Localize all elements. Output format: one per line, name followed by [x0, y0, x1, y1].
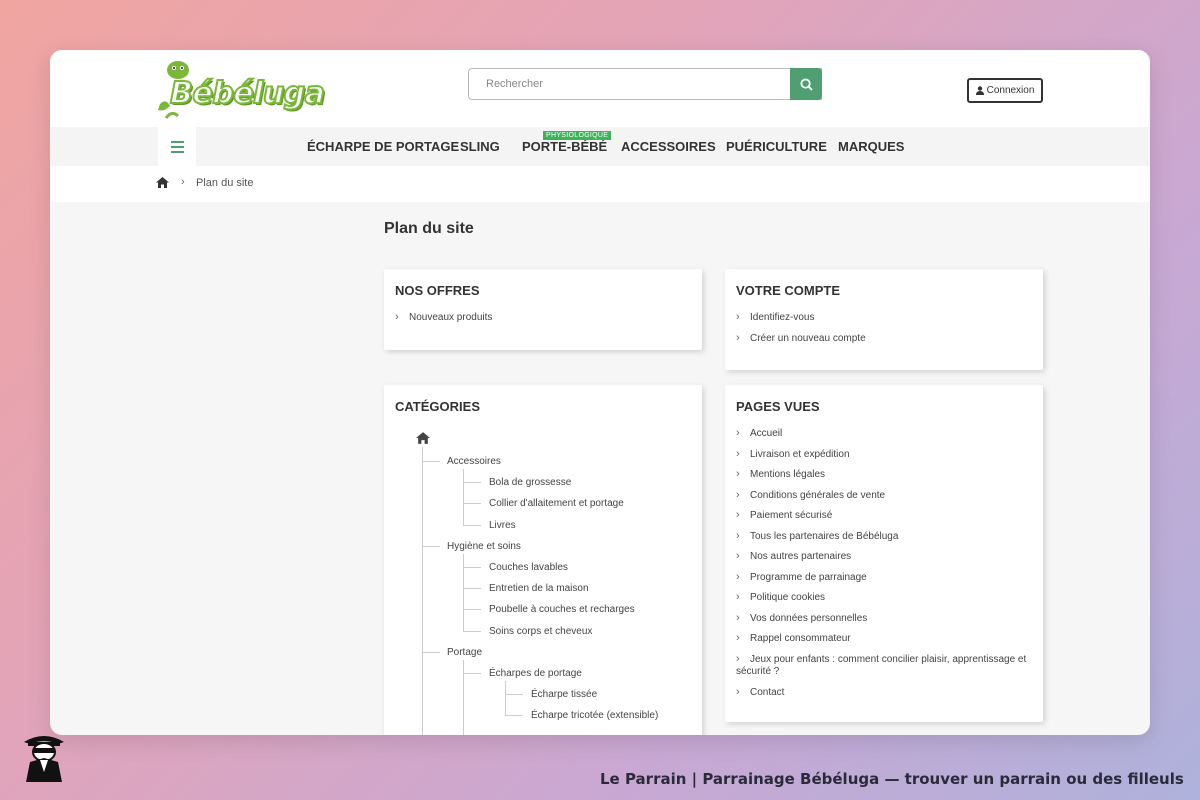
category-collier[interactable]: Collier d'allaitement et portage [489, 498, 624, 509]
link-jeux[interactable]: Jeux pour enfants : comment concilier pl… [736, 653, 1036, 686]
footer-caption: Le Parrain | Parrainage Bébéluga — trouv… [600, 770, 1184, 788]
link-identifiez-vous[interactable]: Identifiez-vous [736, 311, 1036, 332]
pages-title: PAGES VUES [736, 399, 820, 414]
link-donnees[interactable]: Vos données personnelles [736, 612, 1036, 633]
browser-window: Bébéluga Rechercher Connexion ÉCHARPE DE… [50, 50, 1150, 735]
link-creer-compte[interactable]: Créer un nouveau compte [736, 332, 1036, 353]
link-partenaires-bebeluga[interactable]: Tous les partenaires de Bébéluga [736, 530, 1036, 551]
nav-item-sling[interactable]: SLING [460, 139, 500, 154]
offers-links: Nouveaux produits [395, 311, 695, 332]
search-input[interactable]: Rechercher [468, 68, 822, 100]
account-links: Identifiez-vous Créer un nouveau compte [736, 311, 1036, 352]
menu-toggle-button[interactable] [158, 127, 196, 166]
site-logo[interactable]: Bébéluga [156, 58, 326, 122]
category-echarpe-tricotee[interactable]: Écharpe tricotée (extensible) [531, 710, 658, 721]
categories-title: CATÉGORIES [395, 399, 480, 414]
search-icon [799, 77, 813, 91]
nav-item-accessoires[interactable]: ACCESSOIRES [621, 139, 716, 154]
tree-line [422, 447, 423, 735]
user-icon [975, 86, 984, 95]
physiologique-badge: PHYSIOLOGIQUE [543, 131, 612, 140]
logo-wordmark: Bébéluga [169, 75, 326, 112]
nav-item-puericulture[interactable]: PUÉRICULTURE [726, 139, 827, 154]
category-bola[interactable]: Bola de grossesse [489, 477, 571, 488]
home-icon[interactable] [156, 177, 169, 188]
pages-links: Accueil Livraison et expédition Mentions… [736, 427, 1036, 706]
category-couches[interactable]: Couches lavables [489, 562, 568, 573]
category-soins[interactable]: Soins corps et cheveux [489, 626, 592, 637]
offers-card: NOS OFFRES Nouveaux produits [384, 269, 702, 350]
link-nouveaux-produits[interactable]: Nouveaux produits [395, 311, 695, 332]
home-icon[interactable] [416, 432, 430, 444]
link-mentions[interactable]: Mentions légales [736, 468, 1036, 489]
nav-item-echarpe[interactable]: ÉCHARPE DE PORTAGE [307, 139, 459, 154]
link-contact[interactable]: Contact [736, 686, 1036, 707]
link-livraison[interactable]: Livraison et expédition [736, 448, 1036, 469]
link-paiement[interactable]: Paiement sécurisé [736, 509, 1036, 530]
category-accessoires[interactable]: Accessoires [447, 456, 501, 467]
category-echarpe-tissee[interactable]: Écharpe tissée [531, 689, 597, 700]
login-button[interactable]: Connexion [967, 78, 1043, 103]
category-hygiene[interactable]: Hygiène et soins [447, 541, 521, 552]
login-label: Connexion [986, 85, 1035, 96]
main-nav: ÉCHARPE DE PORTAGE SLING PORTE-BÉBÉ PHYS… [50, 127, 1150, 166]
account-card: VOTRE COMPTE Identifiez-vous Créer un no… [725, 269, 1043, 370]
link-cgv[interactable]: Conditions générales de vente [736, 489, 1036, 510]
categories-card: CATÉGORIES Accessoires Bola de grossesse… [384, 385, 702, 735]
category-poubelle[interactable]: Poubelle à couches et recharges [489, 604, 635, 615]
search-button[interactable] [790, 68, 822, 100]
link-accueil[interactable]: Accueil [736, 427, 1036, 448]
site-header: Bébéluga Rechercher Connexion [50, 50, 1150, 127]
spy-mascot-icon [24, 736, 64, 782]
hamburger-icon [170, 140, 184, 143]
breadcrumb-current: Plan du site [196, 177, 254, 189]
breadcrumb: › Plan du site [50, 166, 1150, 202]
offers-title: NOS OFFRES [395, 283, 480, 298]
breadcrumb-separator: › [181, 176, 185, 188]
page-title: Plan du site [384, 220, 474, 237]
category-entretien[interactable]: Entretien de la maison [489, 583, 589, 594]
nav-item-marques[interactable]: MARQUES [838, 139, 904, 154]
link-cookies[interactable]: Politique cookies [736, 591, 1036, 612]
link-parrainage[interactable]: Programme de parrainage [736, 571, 1036, 592]
link-rappel[interactable]: Rappel consommateur [736, 632, 1036, 653]
pages-card: PAGES VUES Accueil Livraison et expéditi… [725, 385, 1043, 722]
link-autres-partenaires[interactable]: Nos autres partenaires [736, 550, 1036, 571]
nav-item-porte-bebe[interactable]: PORTE-BÉBÉ [522, 139, 607, 154]
category-portage[interactable]: Portage [447, 647, 482, 658]
account-title: VOTRE COMPTE [736, 283, 841, 298]
category-echarpes[interactable]: Écharpes de portage [489, 668, 582, 679]
category-livres[interactable]: Livres [489, 520, 516, 531]
